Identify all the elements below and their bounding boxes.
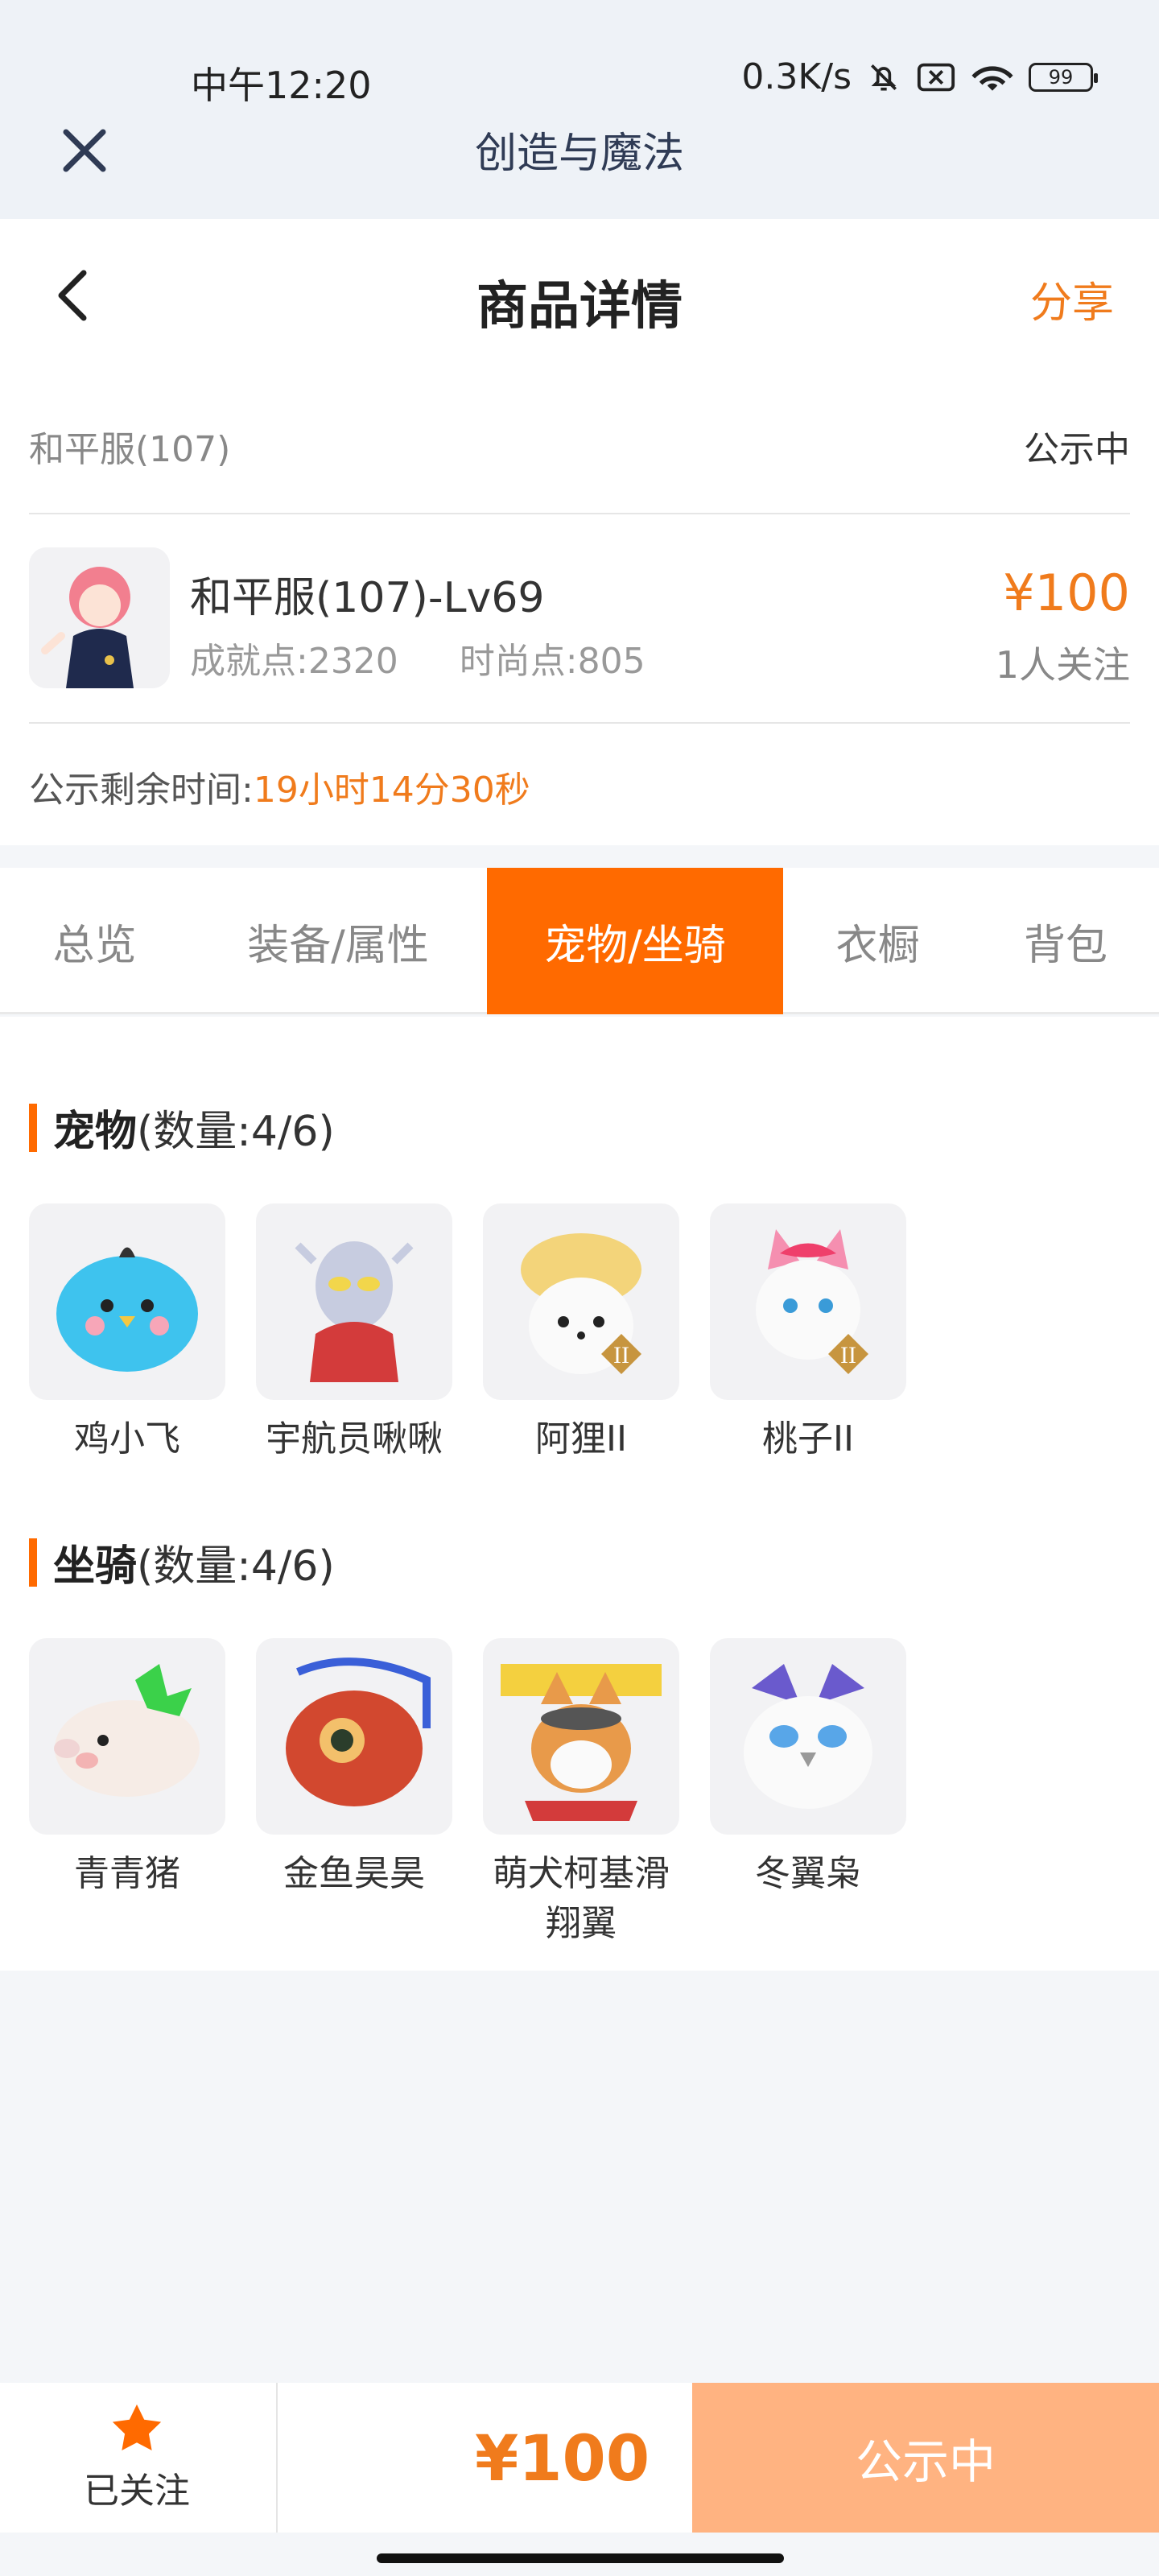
home-indicator[interactable] bbox=[377, 2553, 784, 2563]
app-bar: 创造与魔法 bbox=[0, 105, 1159, 219]
countdown-value: 19小时14分30秒 bbox=[253, 770, 530, 811]
network-speed: 0.3K/s bbox=[741, 56, 852, 97]
countdown: 公示剩余时间:19小时14分30秒 bbox=[29, 761, 530, 812]
mount-name: 冬翼枭 bbox=[755, 1853, 861, 1894]
character-name: 和平服(107)-Lv69 bbox=[190, 574, 545, 622]
wifi-icon bbox=[971, 60, 1014, 95]
pets-grid: 鸡小飞 宇航员啾啾 II 阿狸II II 桃子II bbox=[29, 1203, 906, 1464]
pets-mounts-section: 宠物 (数量:4/6) 鸡小飞 宇航员啾啾 II 阿狸II II 桃子II 坐骑… bbox=[0, 1017, 1159, 1971]
follow-label: 已关注 bbox=[84, 2471, 190, 2512]
pets-heading: 宠物 (数量:4/6) bbox=[29, 1097, 335, 1158]
mounts-count: (数量:4/6) bbox=[137, 1542, 335, 1591]
accent-bar bbox=[29, 1538, 37, 1587]
page-title: 商品详情 bbox=[476, 277, 683, 336]
pet-name: 鸡小飞 bbox=[74, 1418, 180, 1459]
tab-equipment[interactable]: 装备/属性 bbox=[189, 868, 487, 1014]
pets-count: (数量:4/6) bbox=[137, 1108, 335, 1156]
mount-thumbnail bbox=[256, 1638, 452, 1835]
mount-item[interactable]: 冬翼枭 bbox=[710, 1638, 906, 1949]
mount-thumbnail bbox=[710, 1638, 906, 1835]
accent-bar bbox=[29, 1103, 37, 1152]
divider bbox=[29, 722, 1130, 724]
bottom-bar: 已关注 ¥100 公示中 bbox=[0, 2383, 1159, 2533]
pet-thumbnail: II bbox=[483, 1203, 679, 1400]
app-title: 创造与魔法 bbox=[474, 130, 684, 178]
status-time: 中午12:20 bbox=[191, 64, 372, 107]
share-button[interactable]: 分享 bbox=[1030, 269, 1114, 329]
page-header: 商品详情 分享 bbox=[0, 219, 1159, 376]
tab-pets-mounts[interactable]: 宠物/坐骑 bbox=[487, 868, 783, 1014]
star-icon bbox=[109, 2402, 165, 2458]
pet-item[interactable]: 鸡小飞 bbox=[29, 1203, 225, 1464]
listing-info-card: 和平服(107) 公示中 和平服(107)-Lv69 成就点:2320 时尚点:… bbox=[0, 376, 1159, 845]
mount-name: 萌犬柯基滑翔翼 bbox=[493, 1853, 670, 1944]
svg-text:II: II bbox=[840, 1342, 856, 1368]
tab-backpack[interactable]: 背包 bbox=[972, 868, 1159, 1014]
pet-item[interactable]: 宇航员啾啾 bbox=[256, 1203, 452, 1464]
divider bbox=[29, 513, 1130, 514]
pets-title: 宠物 bbox=[53, 1108, 138, 1156]
pet-name: 桃子II bbox=[762, 1418, 854, 1459]
tab-bar: 总览 装备/属性 宠物/坐骑 衣橱 背包 bbox=[0, 868, 1159, 1014]
battery-level: 99 bbox=[1048, 65, 1074, 89]
pet-thumbnail bbox=[256, 1203, 452, 1400]
mount-item[interactable]: 金鱼昊昊 bbox=[256, 1638, 452, 1949]
bottom-price: ¥100 bbox=[475, 2423, 650, 2496]
mounts-heading: 坐骑 (数量:4/6) bbox=[29, 1532, 335, 1592]
mount-thumbnail bbox=[29, 1638, 225, 1835]
character-stats: 成就点:2320 时尚点:805 bbox=[190, 632, 645, 683]
pet-name: 阿狸II bbox=[535, 1418, 627, 1459]
battery-icon: 99 bbox=[1029, 62, 1098, 92]
bell-off-icon bbox=[866, 60, 901, 95]
pet-thumbnail bbox=[29, 1203, 225, 1400]
listing-status: 公示中 bbox=[1024, 429, 1130, 470]
tab-wardrobe[interactable]: 衣橱 bbox=[783, 868, 972, 1014]
pet-thumbnail: II bbox=[710, 1203, 906, 1400]
mounts-grid: 青青猪 金鱼昊昊 萌犬柯基滑翔翼 冬翼枭 bbox=[29, 1638, 906, 1949]
pet-item[interactable]: II 阿狸II bbox=[483, 1203, 679, 1464]
svg-text:II: II bbox=[613, 1342, 629, 1368]
status-right: 0.3K/s 99 bbox=[741, 56, 1098, 97]
tab-overview[interactable]: 总览 bbox=[0, 868, 189, 1014]
mount-item[interactable]: 青青猪 bbox=[29, 1638, 225, 1949]
achievement-points: 成就点:2320 bbox=[190, 641, 398, 682]
mount-item[interactable]: 萌犬柯基滑翔翼 bbox=[483, 1638, 679, 1949]
divider bbox=[276, 2383, 278, 2533]
status-bar: 中午12:20 0.3K/s 99 bbox=[0, 0, 1159, 107]
follow-button[interactable]: 已关注 bbox=[56, 2383, 217, 2533]
pet-item[interactable]: II 桃子II bbox=[710, 1203, 906, 1464]
countdown-label: 公示剩余时间: bbox=[29, 770, 254, 811]
listing-price: ¥100 bbox=[1003, 564, 1130, 622]
character-row[interactable]: 和平服(107)-Lv69 成就点:2320 时尚点:805 ¥100 1人关注 bbox=[29, 547, 1130, 691]
publicity-status-button[interactable]: 公示中 bbox=[692, 2383, 1159, 2533]
mount-thumbnail bbox=[483, 1638, 679, 1835]
fashion-points: 时尚点:805 bbox=[459, 641, 645, 682]
server-row: 和平服(107) 公示中 bbox=[29, 420, 1130, 493]
server-name: 和平服(107) bbox=[29, 429, 231, 470]
mounts-title: 坐骑 bbox=[53, 1542, 138, 1591]
avatar bbox=[29, 547, 170, 688]
follower-count: 1人关注 bbox=[995, 643, 1130, 687]
close-box-icon bbox=[916, 60, 956, 95]
mount-name: 金鱼昊昊 bbox=[283, 1853, 425, 1894]
pet-name: 宇航员啾啾 bbox=[266, 1418, 443, 1459]
mount-name: 青青猪 bbox=[74, 1853, 180, 1894]
